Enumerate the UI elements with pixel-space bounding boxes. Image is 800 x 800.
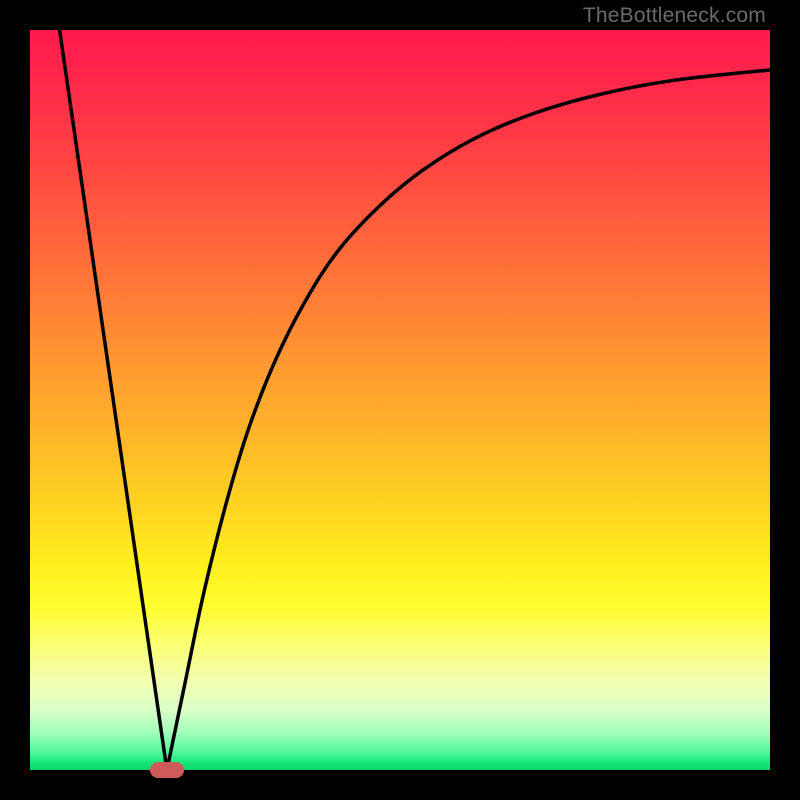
watermark-text: TheBottleneck.com xyxy=(583,4,766,28)
plot-area xyxy=(30,30,770,770)
bottleneck-curve xyxy=(30,30,770,770)
optimum-marker xyxy=(150,762,184,778)
chart-frame: TheBottleneck.com xyxy=(0,0,800,800)
